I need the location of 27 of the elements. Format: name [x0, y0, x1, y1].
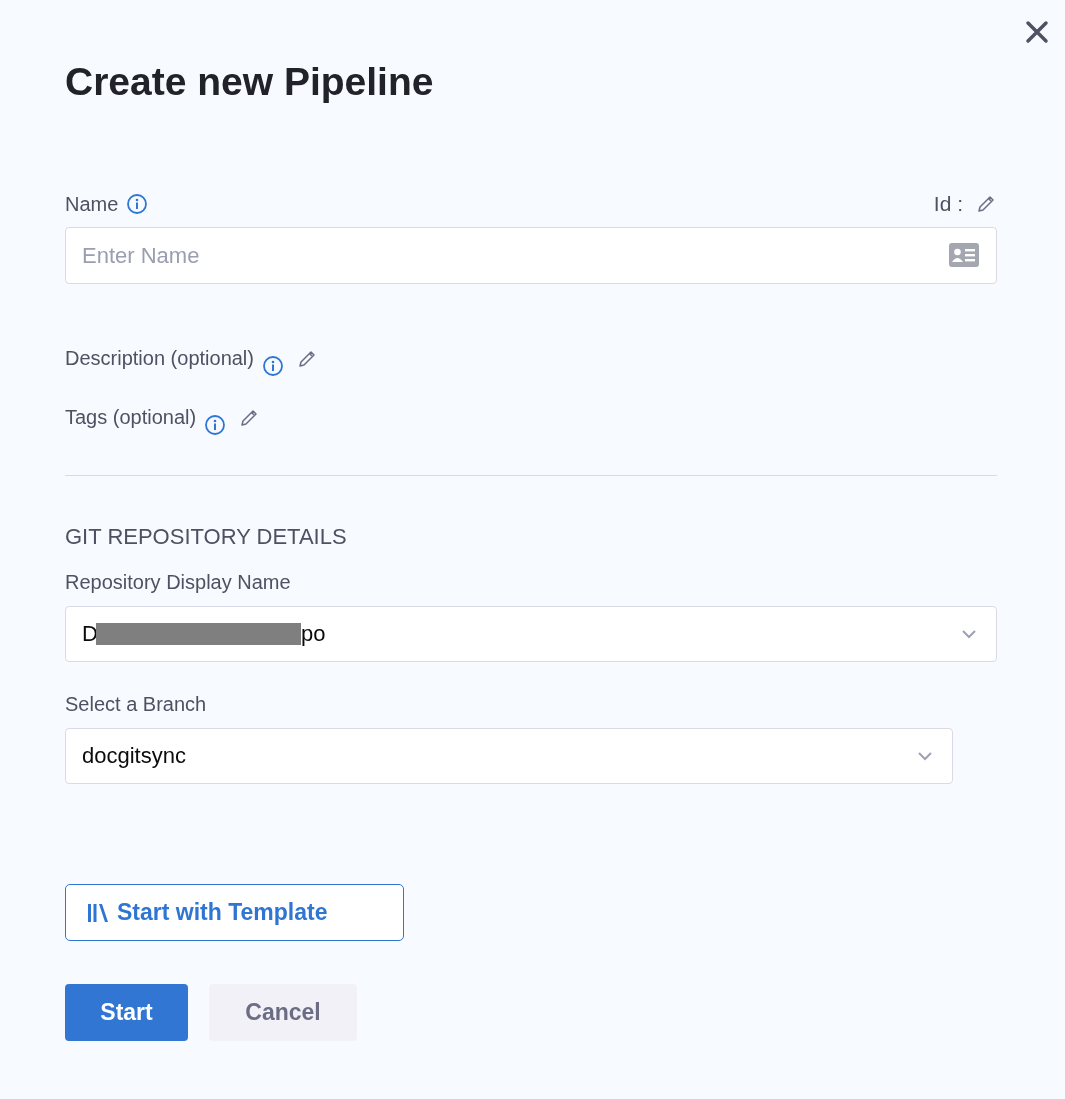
info-icon[interactable]	[204, 413, 227, 436]
repository-select[interactable]: D po	[65, 606, 997, 662]
field-label: Name	[65, 192, 119, 216]
field-label: Tags (optional)	[65, 405, 197, 429]
field-label: Repository Display Name	[65, 569, 292, 595]
cancel-button[interactable]: Cancel	[209, 984, 357, 1041]
info-icon[interactable]	[126, 193, 149, 215]
name-field[interactable]: Enter Name	[65, 227, 997, 284]
id-card-icon	[949, 243, 979, 267]
dialog-title: Create new Pipeline	[65, 59, 435, 105]
chevron-down-icon[interactable]	[916, 750, 934, 762]
start-with-template-button[interactable]: Start with Template	[65, 884, 404, 941]
start-button[interactable]: Start	[65, 984, 188, 1041]
field-value: po	[300, 621, 326, 647]
info-icon[interactable]	[262, 354, 284, 377]
pencil-icon[interactable]	[975, 193, 997, 215]
field-value: docgitsync	[82, 743, 186, 769]
id-label: Id :	[933, 192, 963, 216]
branch-select[interactable]: docgitsync	[65, 728, 953, 784]
pencil-icon[interactable]	[296, 348, 318, 370]
field-label: Description (optional)	[65, 346, 254, 370]
close-icon[interactable]	[1025, 20, 1049, 44]
field-label: Select a Branch	[65, 691, 208, 717]
library-icon	[87, 901, 109, 924]
field-value: D	[82, 621, 98, 647]
section-heading: GIT REPOSITORY DETAILS	[65, 524, 348, 550]
chevron-down-icon[interactable]	[960, 628, 978, 640]
